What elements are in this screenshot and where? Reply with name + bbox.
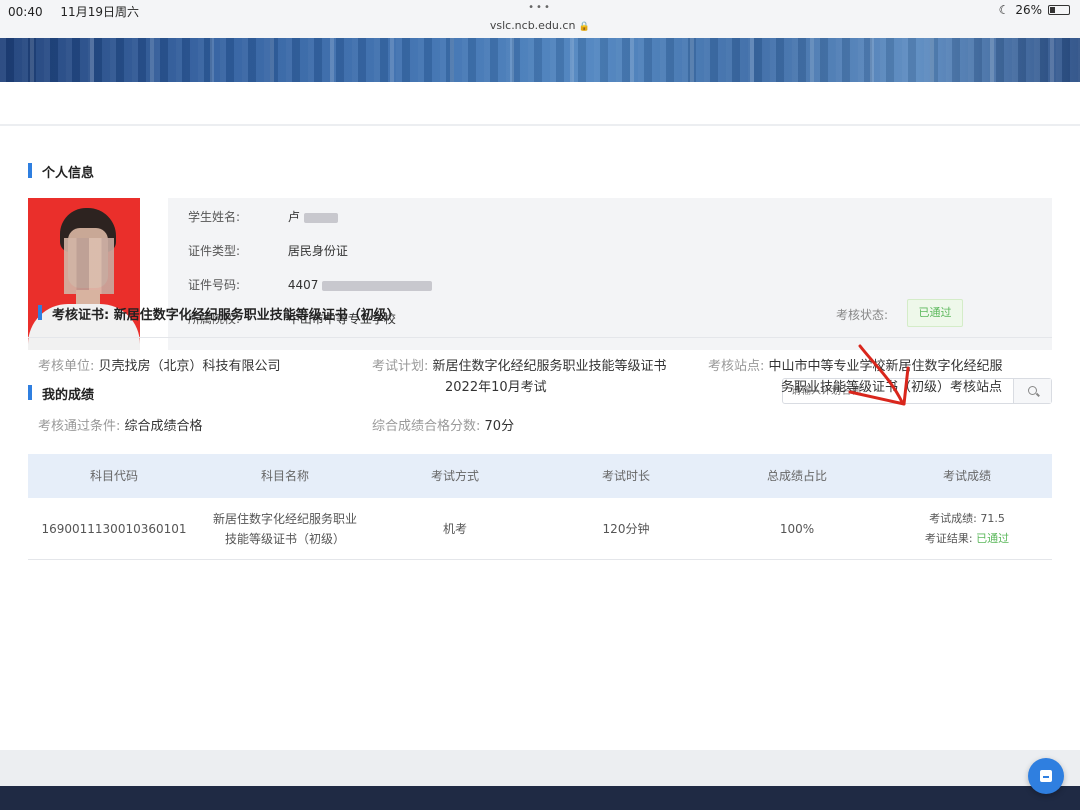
cell-duration: 120分钟	[602, 521, 650, 536]
result-value: 已通过	[976, 531, 1010, 545]
table-row: 1690011130010360101 新居住数字化经纪服务职业 技能等级证书（…	[28, 498, 1052, 560]
footer-bar	[0, 786, 1080, 810]
col-header: 总成绩占比	[766, 469, 827, 483]
nav-strip	[0, 82, 1080, 124]
cert-title: 考核证书: 新居住数字化经纪服务职业技能等级证书（初级）	[38, 304, 400, 323]
divider	[28, 337, 1052, 338]
score-value: 71.5	[980, 511, 1005, 525]
lock-icon: 🔒	[578, 22, 591, 32]
kv-pass-condition: 考核通过条件: 综合成绩合格	[38, 419, 203, 434]
header-banner-image	[0, 38, 1080, 82]
chat-icon	[1040, 770, 1052, 782]
info-row-name: 学生姓名: 卢	[188, 208, 338, 225]
more-dots-icon[interactable]: •••	[0, 2, 1080, 13]
col-header: 科目代码	[89, 469, 138, 483]
col-header: 考试成绩	[942, 469, 991, 483]
scores-table: 科目代码 科目名称 考试方式 考试时长 总成绩占比 考试成绩 169001113…	[28, 454, 1052, 560]
cell-mode: 机考	[442, 521, 467, 536]
address-bar[interactable]: vslc.ncb.edu.cn 🔒	[0, 19, 1080, 32]
battery-percent: 26%	[1015, 3, 1042, 17]
red-arrow-annotation	[848, 344, 910, 406]
info-row-id-type: 证件类型: 居民身份证	[188, 244, 348, 258]
cell-score: 考试成绩: 71.5 考证结果: 已通过	[924, 511, 1010, 545]
status-badge: 已通过	[907, 299, 963, 327]
cell-code: 1690011130010360101	[41, 521, 187, 536]
moon-icon: ☾	[998, 3, 1010, 17]
status-right: ☾ 26%	[999, 3, 1070, 17]
blurred-face	[64, 238, 114, 294]
kv-plan: 考试计划: 新居住数字化经纪服务职业技能等级证书 2022年10月考试	[372, 359, 667, 395]
cell-name: 新居住数字化经纪服务职业 技能等级证书（初级）	[212, 511, 357, 546]
table-header: 科目代码 科目名称 考试方式 考试时长 总成绩占比 考试成绩	[28, 454, 1052, 498]
section-title-scores: 我的成绩	[28, 384, 94, 403]
status-label: 考核状态:	[836, 308, 889, 322]
kv-pass-score: 综合成绩合格分数: 70分	[372, 419, 515, 434]
section-title-personal: 个人信息	[28, 162, 94, 181]
col-header: 科目名称	[260, 469, 309, 483]
battery-icon	[1048, 5, 1070, 15]
url-text: vslc.ncb.edu.cn	[489, 19, 576, 32]
cell-weight: 100%	[779, 521, 815, 536]
floating-action-button[interactable]	[1028, 758, 1064, 794]
status-bar: 00:40 11月19日周六 ••• vslc.ncb.edu.cn 🔒 ☾ 2…	[0, 0, 1080, 38]
main-card: 个人信息 学生姓名: 卢 证件类型: 居民身份证 证件号码: 4407 所属院校…	[0, 126, 1080, 750]
redacted-block	[303, 212, 338, 223]
col-header: 考试方式	[430, 469, 479, 483]
personal-info-box: 学生姓名: 卢 证件类型: 居民身份证 证件号码: 4407 所属院校: 中山市…	[168, 198, 1052, 350]
student-photo	[28, 198, 140, 350]
col-header: 考试时长	[601, 469, 650, 483]
redacted-block	[322, 280, 433, 291]
info-row-id-number: 证件号码: 4407	[188, 276, 433, 293]
kv-unit: 考核单位: 贝壳找房（北京）科技有限公司	[38, 359, 281, 374]
